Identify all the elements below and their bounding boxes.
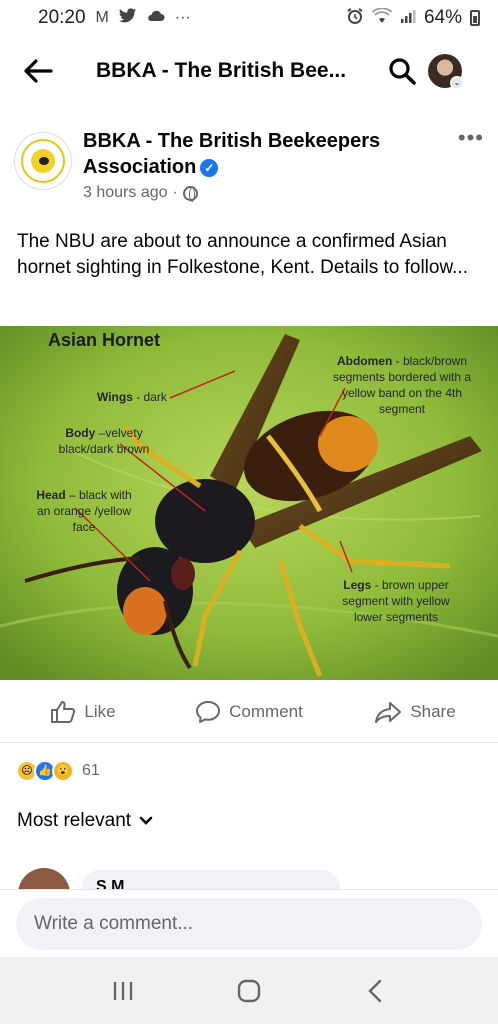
share-label: Share <box>410 702 456 721</box>
like-label: Like <box>84 702 116 721</box>
post-time-text: 3 hours ago <box>83 184 168 201</box>
body-label-bold: Body <box>65 426 96 440</box>
search-icon <box>389 58 416 85</box>
time-separator: · <box>172 184 178 201</box>
more-dots-icon: ··· <box>174 9 191 26</box>
status-left: 20:20 M ··· <box>38 7 191 29</box>
post-text: The NBU are about to announce a confirme… <box>17 231 468 278</box>
system-back-button[interactable] <box>345 969 405 1013</box>
back-chevron-icon <box>368 979 382 1002</box>
page-logo[interactable] <box>14 132 72 190</box>
wow-reaction-icon: 😮 <box>52 760 74 782</box>
wifi-icon <box>371 6 393 29</box>
share-button[interactable]: Share <box>332 700 498 724</box>
compose-bar <box>0 889 498 957</box>
head-label: Head – black with an orange /yellow face <box>36 487 132 535</box>
thumbs-up-icon <box>51 701 76 723</box>
page-name-link[interactable]: BBKA - The British Beekeepers Associatio… <box>83 128 423 180</box>
verified-badge-icon: ✓ <box>200 158 219 177</box>
battery-icon <box>470 10 480 26</box>
divider <box>0 742 498 743</box>
bee-icon <box>39 157 49 165</box>
comment-bubble[interactable]: S M <box>82 870 340 890</box>
profile-avatar[interactable]: ⌄ <box>428 54 464 90</box>
recent-apps-button[interactable] <box>93 969 153 1013</box>
status-time: 20:20 <box>38 7 86 28</box>
abdomen-label-bold: Abdomen <box>336 354 393 368</box>
recent-apps-icon <box>113 981 133 1000</box>
reactions-summary[interactable]: ☹ 👍 😮 61 <box>16 758 100 784</box>
comment-label: Comment <box>229 702 303 721</box>
legs-label: Legs - brown upper segment with yellow l… <box>330 577 462 625</box>
share-icon <box>375 702 402 723</box>
status-bar: 20:20 M ··· 64% <box>0 0 498 36</box>
gmail-icon: M <box>95 9 109 26</box>
comment-sort-dropdown[interactable]: Most relevant <box>17 810 153 832</box>
like-button[interactable]: Like <box>0 700 166 724</box>
comment-input[interactable] <box>16 898 482 950</box>
battery-percent: 64% <box>423 7 462 28</box>
body-label: Body –velvety black/dark brown <box>48 425 160 457</box>
page-title: BBKA - The British Bee... <box>96 59 347 82</box>
cloud-icon <box>147 9 165 27</box>
legs-label-bold: Legs <box>343 578 372 592</box>
system-nav-bar <box>0 957 498 1024</box>
post-header: BBKA - The British Beekeepers Associatio… <box>14 127 484 214</box>
more-options-button[interactable]: ••• <box>458 127 484 154</box>
comment-button[interactable]: Comment <box>166 700 332 724</box>
back-arrow-icon <box>24 59 53 83</box>
chevron-down-icon <box>139 816 153 825</box>
wings-label-text: - dark <box>132 390 167 404</box>
sort-label: Most relevant <box>17 810 132 831</box>
wings-label: Wings - dark <box>97 389 187 405</box>
comment-icon <box>196 701 221 723</box>
abdomen-label: Abdomen - black/brown segments bordered … <box>326 353 478 417</box>
post-meta: BBKA - The British Beekeepers Associatio… <box>83 128 423 214</box>
app-header: BBKA - The British Bee... ⌄ <box>0 40 498 102</box>
alarm-icon <box>346 7 364 30</box>
home-button[interactable] <box>219 969 279 1013</box>
post-image[interactable]: Asian Hornet Wings - dark Body –velvety … <box>0 326 498 680</box>
image-title: Asian Hornet <box>48 330 161 350</box>
home-icon <box>237 979 261 1002</box>
reaction-count: 61 <box>82 762 100 779</box>
twitter-icon <box>118 7 137 29</box>
wings-label-bold: Wings <box>97 390 133 404</box>
search-button[interactable] <box>382 51 422 91</box>
post-actions: Like Comment Share <box>0 688 498 736</box>
chevron-down-icon: ⌄ <box>450 76 464 90</box>
commenter-avatar[interactable] <box>18 868 70 890</box>
globe-icon <box>182 185 198 202</box>
status-right: 64% <box>346 6 480 30</box>
comment-preview: S M <box>18 868 482 890</box>
post-time[interactable]: 3 hours ago · <box>83 184 423 202</box>
signal-icon <box>400 8 416 29</box>
head-label-bold: Head <box>36 488 66 502</box>
back-button[interactable] <box>14 47 62 95</box>
page-name-text: BBKA - The British Beekeepers Associatio… <box>83 130 381 178</box>
